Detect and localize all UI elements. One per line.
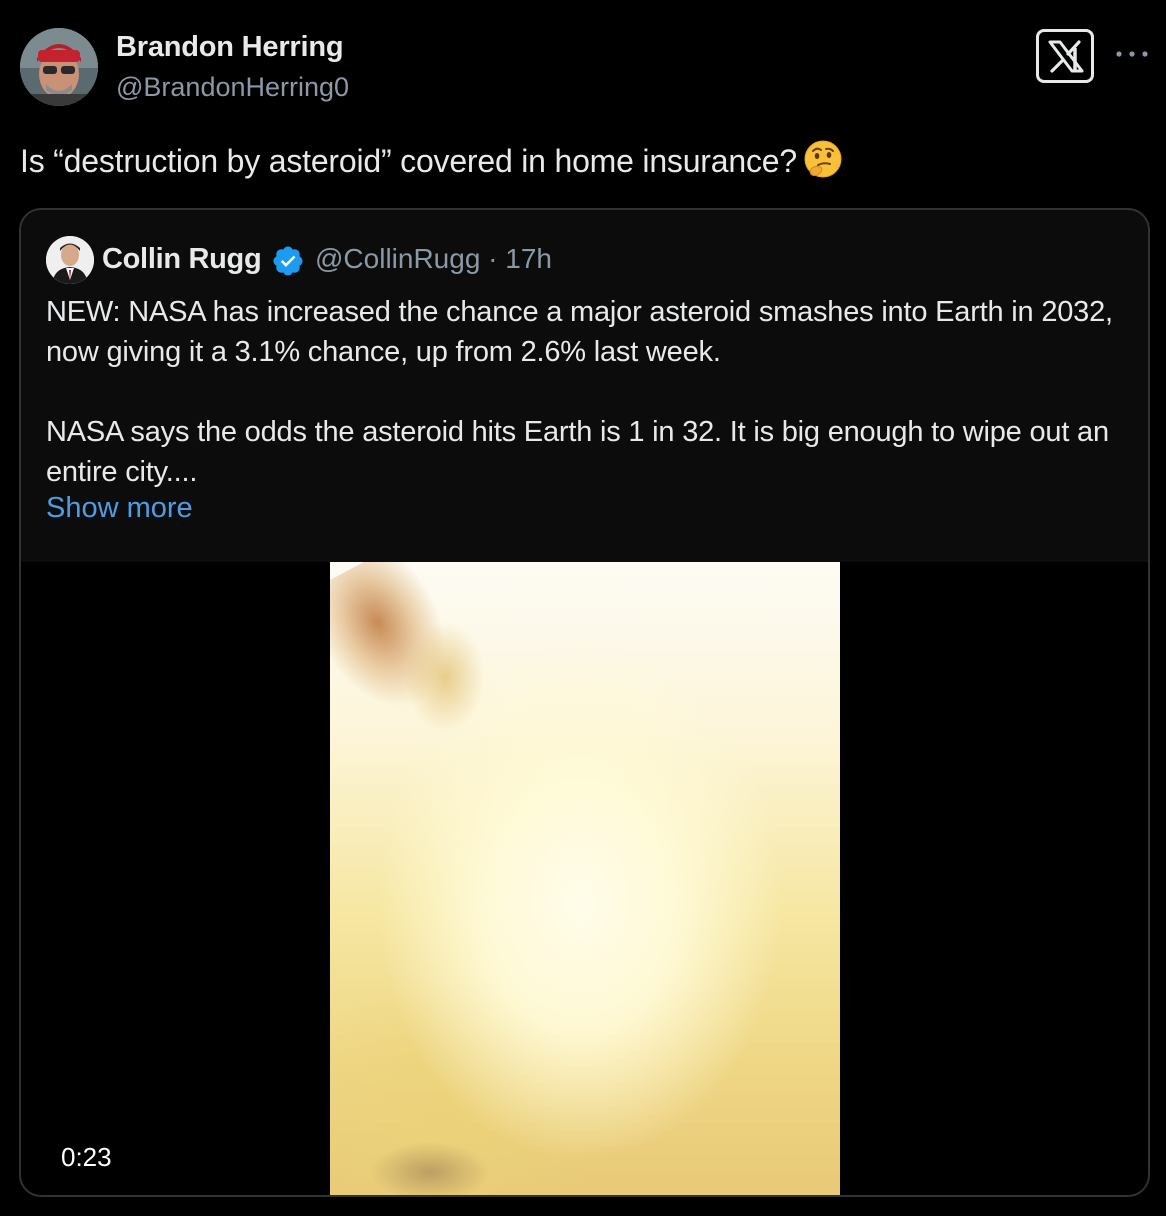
quoted-paragraph-2: NASA says the odds the asteroid hits Ear…	[46, 416, 1109, 488]
show-more-link[interactable]: Show more	[46, 492, 193, 525]
x-logo-icon[interactable]	[1036, 29, 1094, 83]
post-text-content: Is “destruction by asteroid” covered in …	[20, 143, 797, 179]
x-logo-glyph	[1048, 40, 1084, 73]
avatar-image	[20, 28, 98, 106]
quoted-author-name: Collin Rugg	[102, 243, 262, 275]
video-thumbnail	[330, 562, 840, 1195]
quoted-author-avatar[interactable]	[46, 236, 94, 284]
more-dots-glyph	[1116, 51, 1148, 57]
quoted-post-card[interactable]: Collin Rugg @CollinRugg · 17h NEW: NASA …	[19, 208, 1150, 1197]
author-name[interactable]: Brandon Herring	[116, 31, 344, 64]
video-streak-glow	[400, 622, 490, 732]
author-avatar[interactable]	[20, 28, 98, 106]
author-handle[interactable]: @BrandonHerring0	[116, 72, 349, 103]
quoted-post-text: NEW: NASA has increased the chance a maj…	[46, 292, 1131, 492]
video-duration: 0:23	[61, 1142, 112, 1172]
verified-badge-icon	[271, 244, 305, 283]
more-icon[interactable]	[1114, 44, 1150, 64]
video-ground-detail	[370, 1142, 490, 1195]
quoted-handle-time: @CollinRugg · 17h	[315, 243, 552, 274]
quoted-paragraph-1: NEW: NASA has increased the chance a maj…	[46, 296, 1113, 368]
post-text: Is “destruction by asteroid” covered in …	[20, 139, 843, 187]
quoted-avatar-image	[46, 236, 94, 284]
thinking-face-icon	[803, 139, 843, 187]
video-player[interactable]: 0:23	[21, 562, 1148, 1195]
